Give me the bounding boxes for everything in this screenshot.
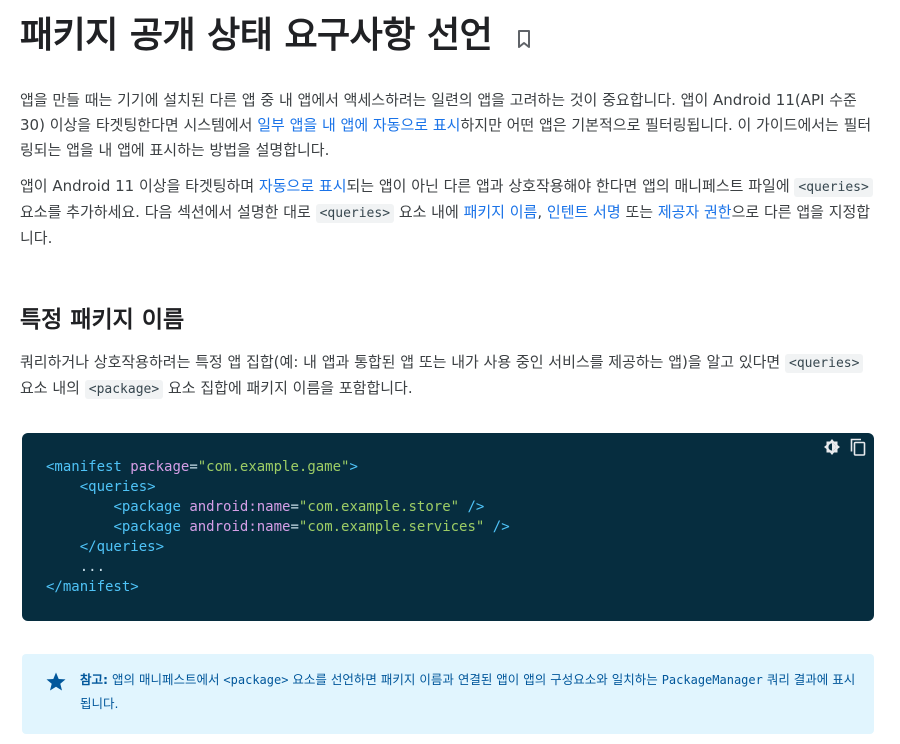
note-label: 참고: — [80, 672, 108, 687]
code-ellipsis: ... — [79, 559, 106, 575]
section-text-2: 요소 내의 — [20, 379, 85, 397]
section-text-1: 쿼리하거나 상호작용하려는 특정 앱 집합(예: 내 앱과 통합된 앱 또는 내… — [20, 353, 785, 371]
code-toolbar — [822, 437, 868, 457]
link-auto-visible-apps[interactable]: 일부 앱을 내 앱에 자동으로 표시 — [257, 116, 460, 134]
note-text: 참고: 앱의 매니페스트에서 <package> 요소를 선언하면 패키지 이름… — [80, 668, 860, 716]
note-text-2: 요소를 선언하면 패키지 이름과 연결된 앱이 앱의 구성요소와 일치하는 — [288, 672, 662, 687]
link-provider-authority[interactable]: 제공자 권한 — [658, 203, 732, 221]
code-eq: = — [290, 499, 299, 515]
link-package-name[interactable]: 패키지 이름 — [464, 203, 538, 221]
code-value-store: "com.example.store" — [298, 499, 460, 515]
intro2-text-1: 앱이 Android 11 이상을 타겟팅하며 — [20, 177, 259, 195]
intro2-text-2: 되는 앱이 아닌 다른 앱과 상호작용해야 한다면 앱의 매니페스트 파일에 — [346, 177, 795, 195]
intro2-text-5: , — [537, 203, 547, 221]
dark-mode-icon[interactable] — [822, 437, 842, 457]
code-manifest-open: <manifest — [46, 459, 122, 475]
code-eq: = — [290, 519, 299, 535]
page-title: 패키지 공개 상태 요구사항 선언 — [20, 15, 493, 56]
intro2-text-4: 요소 내에 — [394, 203, 464, 221]
star-icon — [44, 670, 68, 694]
code-self-close: /> — [459, 499, 485, 515]
code-queries-open: <queries> — [79, 479, 156, 495]
note-code-packagemanager: PackageManager — [661, 673, 763, 687]
note-code-package: <package> — [223, 673, 289, 687]
section-text-3: 요소 집합에 패키지 이름을 포함합니다. — [163, 379, 413, 397]
code-content: <manifest package="com.example.game"> <q… — [46, 457, 510, 597]
code-block[interactable]: <manifest package="com.example.game"> <q… — [22, 433, 874, 621]
intro-paragraph-2: 앱이 Android 11 이상을 타겟팅하며 자동으로 표시되는 앱이 아닌 … — [20, 174, 878, 251]
link-auto-visible[interactable]: 자동으로 표시 — [259, 177, 347, 195]
intro-paragraph-1: 앱을 만들 때는 기기에 설치된 다른 앱 중 내 앱에서 액세스하려는 일련의… — [20, 88, 878, 163]
inline-code-queries: <queries> — [794, 178, 873, 197]
code-value-services: "com.example.services" — [298, 519, 485, 535]
code-attr-name: android:name — [189, 499, 291, 515]
section-heading: 특정 패키지 이름 — [20, 307, 185, 333]
note-text-1: 앱의 매니페스트에서 — [108, 672, 224, 687]
code-gt: > — [349, 459, 358, 475]
code-queries-close: </queries> — [79, 539, 165, 555]
title-row: 패키지 공개 상태 요구사항 선언 — [20, 10, 534, 62]
inline-code-queries: <queries> — [315, 204, 395, 223]
code-manifest-close: </manifest> — [46, 579, 139, 595]
intro2-text-6: 또는 — [620, 203, 658, 221]
code-attr-package: package — [130, 459, 190, 475]
section-paragraph: 쿼리하거나 상호작용하려는 특정 앱 집합(예: 내 앱과 통합된 앱 또는 내… — [20, 350, 878, 402]
code-self-close: /> — [484, 519, 510, 535]
code-package-tag: <package — [113, 519, 181, 535]
code-value-package: "com.example.game" — [197, 459, 350, 475]
bookmark-icon[interactable] — [514, 28, 534, 50]
inline-code-queries: <queries> — [785, 354, 864, 373]
link-intent-signature[interactable]: 인텐트 서명 — [547, 203, 621, 221]
note-callout: 참고: 앱의 매니페스트에서 <package> 요소를 선언하면 패키지 이름… — [22, 654, 874, 734]
page: 패키지 공개 상태 요구사항 선언 앱을 만들 때는 기기에 설치된 다른 앱 … — [0, 0, 900, 744]
intro2-text-3: 요소를 추가하세요. 다음 섹션에서 설명한 대로 — [20, 203, 316, 221]
code-eq: = — [189, 459, 198, 475]
inline-code-package: <package> — [84, 380, 164, 399]
code-attr-name: android:name — [189, 519, 291, 535]
code-package-tag: <package — [113, 499, 181, 515]
copy-icon[interactable] — [848, 437, 868, 457]
